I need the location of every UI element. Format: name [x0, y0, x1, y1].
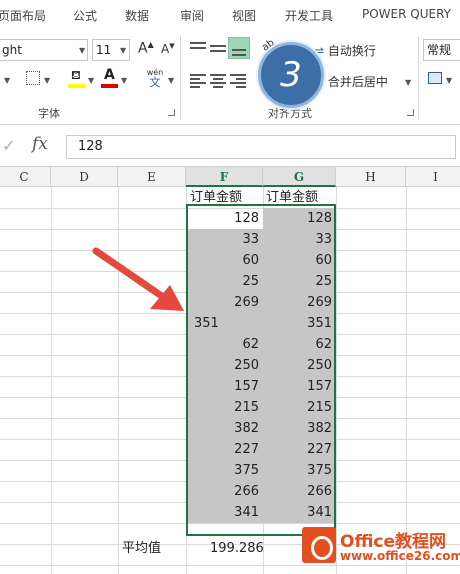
- merge-center-dropdown-icon[interactable]: ▼: [405, 78, 411, 87]
- accounting-format-icon[interactable]: [428, 72, 442, 84]
- phonetic-dropdown-icon[interactable]: ▼: [168, 76, 174, 85]
- number-format-box[interactable]: 常规: [423, 39, 460, 61]
- align-left-icon[interactable]: [190, 74, 206, 88]
- ribbon-tab-bar: 页面布局 公式 数据 审阅 视图 开发工具 POWER QUERY: [0, 0, 460, 30]
- phonetic-bottom: 文: [149, 76, 161, 89]
- column-header-e[interactable]: E: [118, 167, 186, 187]
- font-dialog-launcher-icon[interactable]: [168, 109, 175, 116]
- average-value-cell[interactable]: 199.286: [210, 538, 276, 559]
- underline-dropdown-icon[interactable]: ▼: [4, 76, 10, 85]
- font-grow-button[interactable]: A▲: [138, 40, 154, 57]
- font-grow-letter: A: [138, 40, 148, 57]
- worksheet-grid[interactable]: C D E F G H I 订单金额 订单金额 128 33 60 25 269 351 6…: [0, 167, 460, 574]
- accounting-format-dropdown-icon[interactable]: ▼: [446, 76, 452, 85]
- font-size-value: 11: [96, 43, 112, 57]
- font-color-button[interactable]: A: [101, 67, 118, 89]
- font-color-swatch: [101, 84, 118, 88]
- ribbon-separator: [418, 36, 419, 120]
- font-color-letter: A: [104, 67, 115, 83]
- font-name-dropdown-icon[interactable]: ▼: [79, 46, 85, 55]
- column-header-d[interactable]: D: [51, 167, 118, 187]
- borders-icon[interactable]: [26, 71, 40, 85]
- tab-developer[interactable]: 开发工具: [285, 7, 333, 24]
- step-number-badge: 3: [258, 42, 324, 108]
- font-color-dropdown-icon[interactable]: ▼: [121, 76, 127, 85]
- align-bottom-icon: [232, 46, 248, 60]
- column-header-i[interactable]: I: [406, 167, 460, 187]
- column-header-f[interactable]: F: [186, 167, 263, 187]
- column-header-g[interactable]: G: [263, 167, 336, 187]
- grid-column-line: [51, 187, 52, 574]
- font-size-dropdown-icon[interactable]: ▼: [120, 46, 126, 55]
- average-label-cell[interactable]: 平均值: [122, 538, 184, 559]
- tab-formulas[interactable]: 公式: [73, 7, 97, 24]
- font-shrink-letter: A: [161, 42, 170, 56]
- grid-column-line: [406, 187, 407, 574]
- font-shrink-button[interactable]: A▼: [161, 42, 175, 56]
- font-name-value: ght: [2, 43, 22, 57]
- paint-bucket-icon: ⛾: [71, 68, 81, 82]
- watermark-url: www.office26.com: [340, 549, 460, 563]
- tab-review[interactable]: 审阅: [180, 7, 204, 24]
- wrap-text-label: 自动换行: [327, 44, 376, 58]
- alignment-dialog-launcher-icon[interactable]: [407, 109, 414, 116]
- fill-color-icon[interactable]: ⛾: [68, 68, 85, 88]
- align-middle-icon[interactable]: [210, 42, 226, 56]
- formula-input[interactable]: 128: [66, 135, 456, 159]
- enter-check-icon[interactable]: ✓: [2, 136, 15, 155]
- number-format-value: 常规: [427, 43, 452, 57]
- tab-page-layout[interactable]: 页面布局: [0, 7, 46, 24]
- grid-column-line: [336, 187, 337, 574]
- tab-power-query[interactable]: POWER QUERY: [362, 7, 451, 21]
- tab-data[interactable]: 数据: [125, 7, 149, 24]
- align-top-icon[interactable]: [190, 42, 206, 56]
- pointer-arrow-icon: [92, 247, 184, 311]
- align-bottom-button[interactable]: [228, 37, 250, 59]
- fill-color-dropdown-icon[interactable]: ▼: [88, 76, 94, 85]
- column-header-h[interactable]: H: [336, 167, 406, 187]
- align-right-icon[interactable]: [230, 74, 246, 88]
- formula-bar: ✓ fx 128: [0, 125, 460, 167]
- ribbon-separator: [180, 36, 181, 120]
- align-center-icon[interactable]: [210, 74, 226, 88]
- tab-view[interactable]: 视图: [232, 7, 256, 24]
- font-name-box[interactable]: ght: [0, 39, 88, 61]
- insert-function-icon[interactable]: fx: [32, 134, 48, 154]
- font-shrink-caret-icon: ▼: [169, 42, 175, 50]
- fill-color-swatch: [68, 84, 85, 88]
- watermark: Office教程网 www.office26.com: [300, 523, 460, 574]
- office-logo-icon: [302, 527, 336, 563]
- merge-center-button[interactable]: ⇔ 合并后居中: [314, 73, 388, 90]
- column-header-c[interactable]: C: [0, 167, 51, 187]
- phonetic-button[interactable]: wén 文: [143, 68, 167, 90]
- wrap-text-button[interactable]: ⇌ 自动换行: [314, 42, 376, 59]
- ribbon: ght ▼ 11 ▼ A▲ A▼ ▼ ▼ ⛾ ▼ A ▼ wén 文 ▼ 字体 …: [0, 30, 460, 125]
- borders-dropdown-icon[interactable]: ▼: [44, 76, 50, 85]
- font-group-label: 字体: [38, 107, 60, 120]
- merge-center-label: 合并后居中: [327, 75, 388, 89]
- font-grow-caret-icon: ▲: [147, 40, 154, 49]
- selection-range-border: [186, 204, 336, 536]
- formula-value: 128: [78, 139, 103, 154]
